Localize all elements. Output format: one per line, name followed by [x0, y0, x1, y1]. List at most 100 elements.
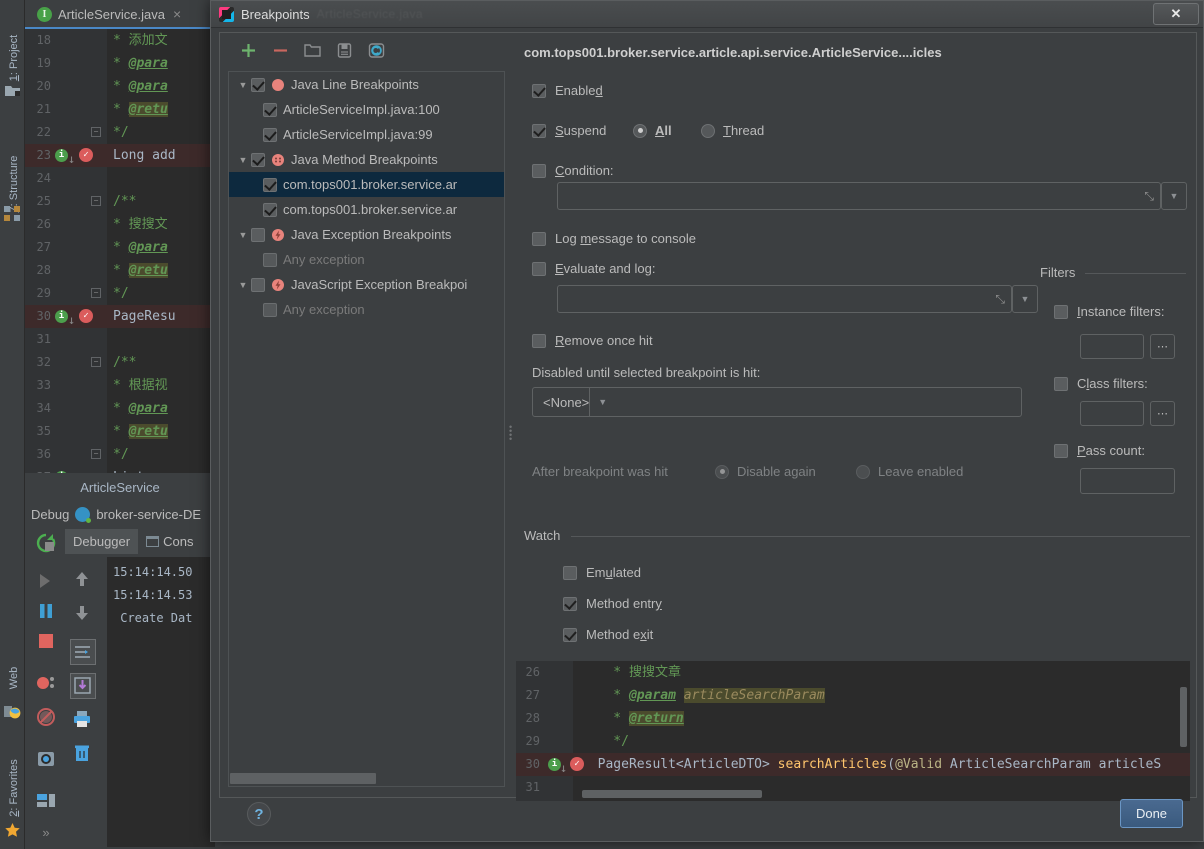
- instance-filters-field[interactable]: [1080, 334, 1144, 359]
- close-icon[interactable]: ×: [173, 6, 181, 22]
- trash-icon[interactable]: [72, 743, 92, 763]
- fold-icon[interactable]: −: [91, 449, 101, 459]
- stop-icon[interactable]: [36, 631, 56, 651]
- star-icon[interactable]: [4, 822, 21, 839]
- tree-group-node[interactable]: ▼ JavaScript Exception Breakpoi: [229, 272, 504, 297]
- add-icon[interactable]: [238, 40, 258, 60]
- condition-field[interactable]: ⤡: [557, 182, 1161, 210]
- method-entry-checkbox[interactable]: [563, 596, 577, 611]
- save-disk-icon[interactable]: [334, 40, 354, 60]
- structure-icon[interactable]: [4, 205, 21, 222]
- pass-count-checkbox[interactable]: [1054, 443, 1068, 458]
- instance-filters-checkbox[interactable]: [1054, 304, 1068, 319]
- gutter-run-icon[interactable]: i: [55, 149, 68, 162]
- arrow-down-icon[interactable]: [72, 603, 92, 623]
- suspend-row[interactable]: Suspend: [532, 123, 606, 138]
- tree-node-checkbox[interactable]: [251, 152, 265, 167]
- breakpoints-tree[interactable]: ▼ Java Line Breakpoints ArticleServiceImpl…: [228, 71, 505, 787]
- suspend-all-radio-row[interactable]: All: [633, 123, 672, 138]
- leave-enabled-radio[interactable]: [856, 464, 870, 479]
- log-message-row[interactable]: Log message to console: [532, 231, 696, 246]
- done-button[interactable]: Done: [1120, 799, 1183, 828]
- method-entry-row[interactable]: Method entry: [563, 596, 662, 611]
- tab-console[interactable]: Cons: [138, 529, 201, 554]
- class-filters-field[interactable]: [1080, 401, 1144, 426]
- instance-filters-row[interactable]: Instance filters:: [1054, 304, 1164, 319]
- class-filters-browse-button[interactable]: ⋯: [1150, 401, 1175, 426]
- tree-breakpoint-node[interactable]: Any exception: [229, 297, 504, 322]
- method-exit-row[interactable]: Method exit: [563, 627, 653, 642]
- mute-breakpoints-toolbar-icon[interactable]: [366, 40, 386, 60]
- code-editor[interactable]: 18 * 添加文 19 * @para 20 * @para 21 * @retu 22− */2…: [25, 29, 215, 473]
- class-filters-row[interactable]: Class filters:: [1054, 376, 1148, 391]
- tree-breakpoint-node[interactable]: com.tops001.broker.service.ar: [229, 197, 504, 222]
- method-exit-checkbox[interactable]: [563, 627, 577, 642]
- gear-icon[interactable]: [75, 506, 92, 523]
- gutter-run-icon[interactable]: i: [55, 310, 68, 323]
- chevron-down-icon[interactable]: ▼: [235, 155, 251, 165]
- pause-icon[interactable]: [36, 601, 56, 621]
- dialog-title-bar[interactable]: Breakpoints ArticleService.java ✕: [211, 1, 1203, 28]
- chevron-down-icon[interactable]: ▼: [235, 280, 251, 290]
- evaluate-and-log-checkbox[interactable]: [532, 261, 546, 276]
- tree-node-checkbox[interactable]: [263, 302, 277, 317]
- disabled-until-select[interactable]: <None> ▼: [532, 387, 1022, 417]
- tree-horizontal-scrollbar[interactable]: [230, 773, 376, 784]
- tree-node-checkbox[interactable]: [263, 252, 277, 267]
- pass-count-field[interactable]: [1080, 468, 1175, 494]
- tree-breakpoint-node[interactable]: Any exception: [229, 247, 504, 272]
- project-icon[interactable]: [4, 82, 21, 99]
- tree-node-checkbox[interactable]: [251, 277, 265, 292]
- tree-group-node[interactable]: ▼ Java Line Breakpoints: [229, 72, 504, 97]
- resume-icon[interactable]: [36, 571, 56, 591]
- evaluate-and-log-row[interactable]: Evaluate and log:: [532, 261, 655, 276]
- fold-icon[interactable]: −: [91, 127, 101, 137]
- suspend-all-radio[interactable]: [633, 123, 647, 138]
- arrow-up-icon[interactable]: [72, 569, 92, 589]
- help-button[interactable]: ?: [247, 802, 271, 826]
- emulated-row[interactable]: Emulated: [563, 565, 641, 580]
- enabled-row[interactable]: Enabled: [532, 83, 603, 98]
- view-breakpoints-icon[interactable]: [36, 673, 56, 693]
- enabled-checkbox[interactable]: [532, 83, 546, 98]
- tree-node-checkbox[interactable]: [263, 127, 277, 142]
- remove-once-hit-checkbox[interactable]: [532, 333, 546, 348]
- editor-tab-articleservice[interactable]: I ArticleService.java ×: [31, 2, 187, 26]
- preview-vertical-scrollbar[interactable]: [1180, 687, 1187, 747]
- fold-icon[interactable]: −: [91, 288, 101, 298]
- fold-icon[interactable]: −: [91, 357, 101, 367]
- expand-more-icon[interactable]: »: [36, 825, 56, 845]
- tree-breakpoint-node[interactable]: ArticleServiceImpl.java:100: [229, 97, 504, 122]
- soft-wrap-icon[interactable]: [70, 639, 96, 665]
- pass-count-row[interactable]: Pass count:: [1054, 443, 1145, 458]
- fold-icon[interactable]: −: [91, 196, 101, 206]
- tree-node-checkbox[interactable]: [251, 77, 265, 92]
- tab-debugger[interactable]: Debugger: [65, 528, 139, 554]
- chevron-down-icon[interactable]: ▼: [1013, 286, 1037, 312]
- tree-breakpoint-node[interactable]: ArticleServiceImpl.java:99: [229, 122, 504, 147]
- after-hit-disable-row[interactable]: Disable again: [715, 464, 816, 479]
- layout-icon[interactable]: [36, 791, 56, 811]
- chevron-down-icon[interactable]: ▼: [235, 80, 251, 90]
- method-breakpoint-icon[interactable]: ✓: [79, 148, 93, 162]
- splitter-grip[interactable]: • • • •: [509, 423, 512, 444]
- tree-node-checkbox[interactable]: [263, 177, 277, 192]
- chevron-down-icon[interactable]: ▼: [589, 388, 615, 416]
- suspend-thread-radio-row[interactable]: Thread: [701, 123, 764, 138]
- method-breakpoint-icon[interactable]: ✓: [79, 309, 93, 323]
- tree-node-checkbox[interactable]: [263, 202, 277, 217]
- condition-history-dropdown[interactable]: ▼: [1161, 182, 1187, 210]
- after-hit-leave-row[interactable]: Leave enabled: [856, 464, 963, 479]
- scroll-to-end-icon[interactable]: [70, 673, 96, 699]
- folder-icon[interactable]: [302, 40, 322, 60]
- close-button[interactable]: ✕: [1153, 3, 1199, 25]
- tree-node-checkbox[interactable]: [251, 227, 265, 242]
- expand-editor-icon[interactable]: ⤡: [1144, 189, 1160, 204]
- sidebar-item-favorites[interactable]: 2: Favorites: [8, 748, 20, 828]
- rerun-icon[interactable]: [36, 533, 56, 553]
- suspend-checkbox[interactable]: [532, 123, 546, 138]
- mute-breakpoints-icon[interactable]: [36, 707, 56, 727]
- code-preview[interactable]: 26 * 搜搜文章 27 * @param articleSearchParam 2…: [516, 661, 1190, 801]
- expand-editor-icon[interactable]: ⤡: [995, 292, 1011, 307]
- settings-icon[interactable]: [36, 749, 56, 769]
